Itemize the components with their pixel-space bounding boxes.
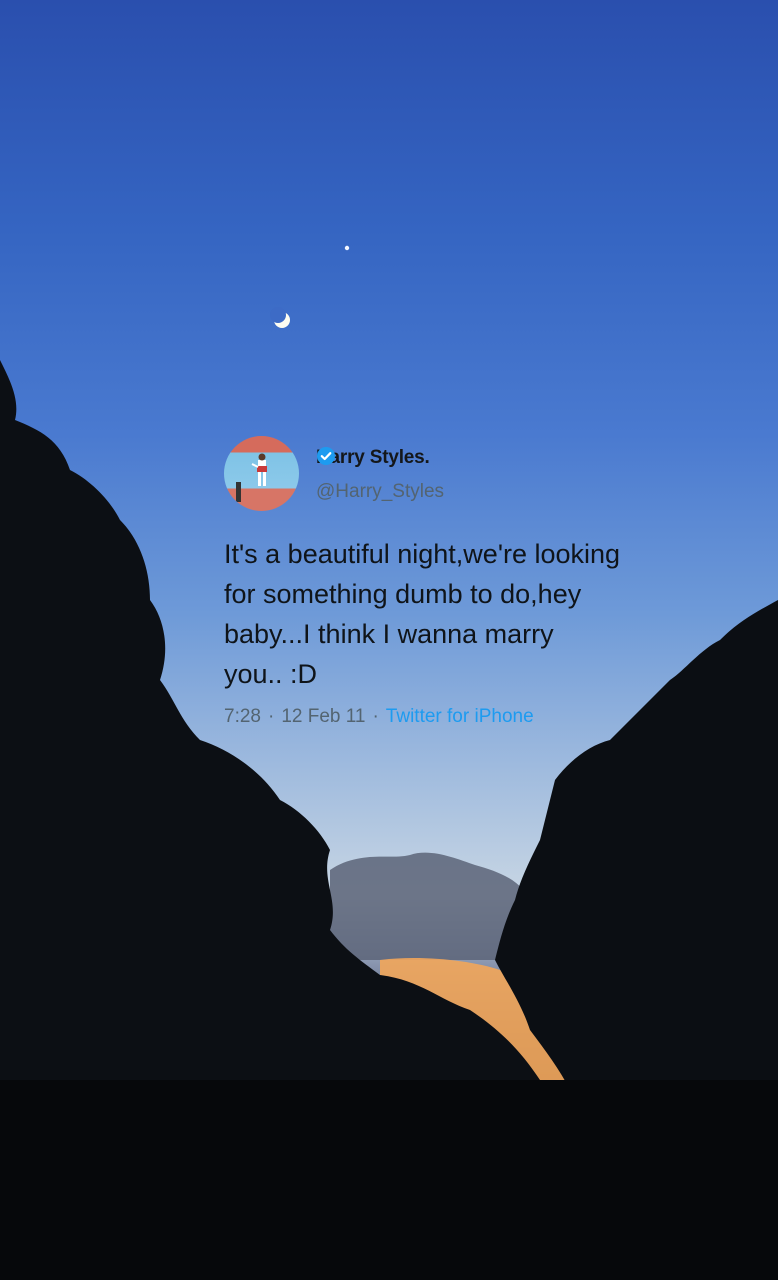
separator-dot: · <box>267 706 275 727</box>
tweet-header: Harry Styles. @Harry_Styles <box>224 436 694 512</box>
tweet-text: It's a beautiful night,we're looking for… <box>224 539 621 689</box>
avatar[interactable] <box>224 436 299 511</box>
star <box>344 245 350 251</box>
background-photo: Harry Styles. @Harry_Styles It's a beaut… <box>0 0 778 1280</box>
name-row: Harry Styles. <box>316 446 456 470</box>
crescent-moon <box>270 307 290 328</box>
verified-badge-icon <box>317 447 456 468</box>
tweet-source-link[interactable]: Twitter for iPhone <box>386 706 534 728</box>
user-handle[interactable]: @Harry_Styles <box>316 481 444 503</box>
tweet-date[interactable]: 12 Feb 11 <box>281 706 365 728</box>
tweet-time[interactable]: 7:28 <box>224 706 261 728</box>
avatar-figure-icon <box>236 453 267 502</box>
foreground-ground <box>0 1080 778 1280</box>
tweet-metadata: 7:28 · 12 Feb 11 · Twitter for iPhone <box>224 706 694 728</box>
tweet-card: Harry Styles. @Harry_Styles It's a beaut… <box>224 436 694 728</box>
separator-dot: · <box>372 706 379 727</box>
